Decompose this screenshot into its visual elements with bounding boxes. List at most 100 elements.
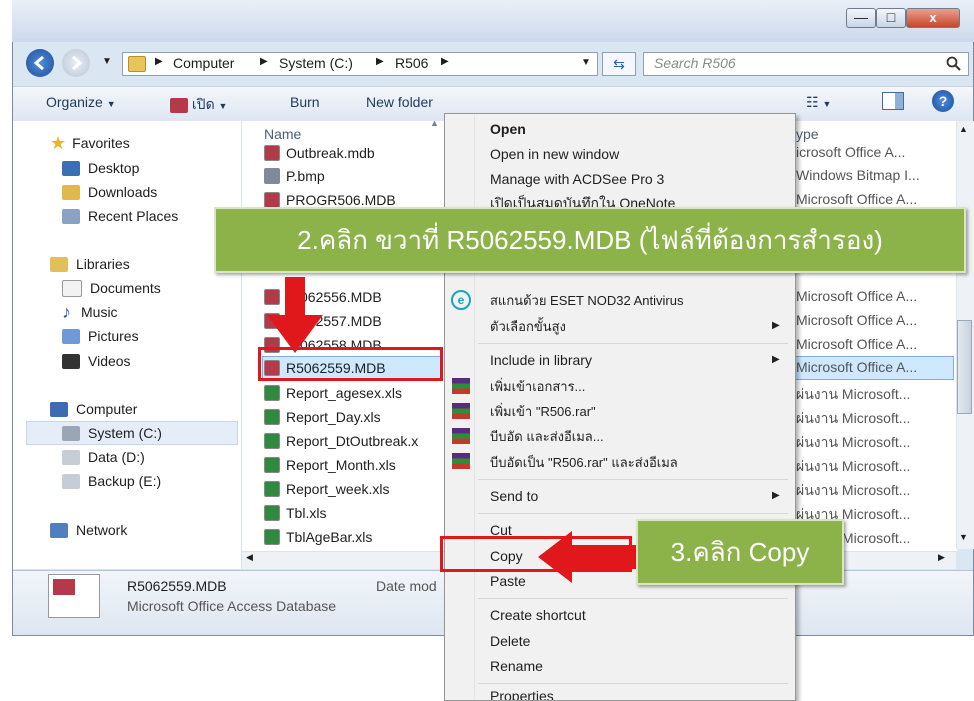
excel-file-icon xyxy=(264,529,280,545)
file-row[interactable]: Tbl.xls xyxy=(264,502,326,524)
minimize-button[interactable]: — xyxy=(846,8,876,28)
menu-create-shortcut[interactable]: Create shortcut xyxy=(490,604,586,626)
back-arrow-icon xyxy=(33,55,44,71)
forward-button[interactable] xyxy=(62,49,90,77)
file-type: ผ่นงาน Microsoft... xyxy=(796,434,911,450)
breadcrumb-computer[interactable]: Computer xyxy=(173,55,234,71)
menu-include-in-library[interactable]: Include in library xyxy=(490,349,592,371)
refresh-icon: ⇆ xyxy=(613,56,625,72)
nav-computer[interactable]: Computer xyxy=(50,398,137,420)
winrar-icon xyxy=(452,428,470,444)
menu-separator xyxy=(478,598,788,599)
help-icon: ? xyxy=(938,93,948,109)
scroll-left-icon[interactable]: ◀ xyxy=(246,552,253,563)
refresh-button[interactable]: ⇆ xyxy=(602,52,636,76)
winrar-icon xyxy=(452,378,470,394)
context-menu-icon-gutter xyxy=(474,115,475,699)
open-menu[interactable]: เปิด ▼ xyxy=(170,94,227,116)
pictures-icon xyxy=(62,328,80,344)
nav-music[interactable]: ♪ Music xyxy=(62,301,118,323)
nav-recent-places[interactable]: Recent Places xyxy=(62,205,178,227)
menu-add-to-archive[interactable]: เพิ่มเข้าเอกสาร... xyxy=(490,375,585,397)
file-name: Report_Month.xls xyxy=(286,457,396,473)
menu-advanced-options[interactable]: ตัวเลือกขั้นสูง xyxy=(490,315,566,337)
access-icon xyxy=(170,97,188,113)
libraries-icon xyxy=(50,256,68,272)
menu-compress-rar-email[interactable]: บีบอัดเป็น "R506.rar" และส่งอีเมล xyxy=(490,451,678,473)
breadcrumb-system-c[interactable]: System (C:) xyxy=(279,55,353,71)
nav-libraries[interactable]: Libraries xyxy=(50,253,130,275)
new-folder-button[interactable]: New folder xyxy=(366,94,433,110)
submenu-arrow-icon: ▶ xyxy=(772,354,780,365)
scroll-down-icon[interactable]: ▼ xyxy=(959,532,968,542)
address-bar[interactable]: ▶ Computer ▶ System (C:) ▶ R506 ▶ ▼ xyxy=(122,52,598,76)
nav-backup-e[interactable]: Backup (E:) xyxy=(62,470,161,492)
menu-open-new-window[interactable]: Open in new window xyxy=(490,143,619,165)
access-file-icon xyxy=(264,145,280,161)
organize-menu[interactable]: Organize ▼ xyxy=(46,94,116,110)
file-type: Microsoft Office A... xyxy=(796,359,918,375)
search-input[interactable]: Search R506 xyxy=(643,52,969,76)
menu-open[interactable]: Open xyxy=(490,118,526,140)
file-type: Microsoft Office A... xyxy=(796,312,918,328)
menu-rename[interactable]: Rename xyxy=(490,655,543,677)
menu-eset-scan[interactable]: สแกนด้วย ESET NOD32 Antivirus xyxy=(490,289,683,311)
preview-pane-button[interactable] xyxy=(882,92,904,110)
view-options-button[interactable]: ☷ ▼ xyxy=(806,94,831,111)
winrar-icon xyxy=(452,403,470,419)
details-filetype: Microsoft Office Access Database xyxy=(127,598,337,614)
scroll-up-icon[interactable]: ▲ xyxy=(959,124,968,134)
file-row[interactable]: P.bmp xyxy=(264,165,325,187)
menu-separator xyxy=(478,683,788,684)
menu-properties[interactable]: Properties xyxy=(490,688,554,700)
nav-downloads[interactable]: Downloads xyxy=(62,181,157,203)
help-button[interactable]: ? xyxy=(932,90,954,112)
recent-pages-dropdown[interactable]: ▼ xyxy=(102,56,112,67)
nav-desktop[interactable]: Desktop xyxy=(62,157,139,179)
breadcrumb-separator-icon: ▶ xyxy=(155,56,163,67)
burn-button[interactable]: Burn xyxy=(290,94,320,110)
menu-delete[interactable]: Delete xyxy=(490,630,530,652)
menu-compress-email[interactable]: บีบอัด และส่งอีเมล... xyxy=(490,425,604,447)
drive-c-icon xyxy=(62,425,80,441)
sort-indicator-icon: ▲ xyxy=(430,118,439,128)
nav-favorites[interactable]: ★ Favorites xyxy=(50,132,130,154)
file-row[interactable]: TblAgeBar.xls xyxy=(264,526,372,548)
breadcrumb-r506[interactable]: R506 xyxy=(395,55,428,71)
nav-pictures[interactable]: Pictures xyxy=(62,325,139,347)
scroll-right-icon[interactable]: ▶ xyxy=(938,552,945,563)
file-name: Tbl.xls xyxy=(286,505,327,521)
close-button[interactable]: x xyxy=(906,8,960,28)
excel-file-icon xyxy=(264,433,280,449)
file-name: P.bmp xyxy=(286,168,325,184)
nav-system-c[interactable]: System (C:) xyxy=(62,422,162,444)
column-header-name[interactable]: Name xyxy=(264,126,301,142)
menu-acdsee[interactable]: Manage with ACDSee Pro 3 xyxy=(490,168,664,190)
file-row[interactable]: Report_DtOutbreak.x xyxy=(264,430,418,452)
step2-callout: 2.คลิก ขวาที่ R5062559.MDB (ไฟล์ที่ต้องก… xyxy=(214,207,966,273)
address-dropdown-icon[interactable]: ▼ xyxy=(581,57,591,68)
file-row[interactable]: Report_week.xls xyxy=(264,478,390,500)
file-row[interactable]: Report_Day.xls xyxy=(264,406,381,428)
menu-send-to[interactable]: Send to xyxy=(490,485,538,507)
nav-videos[interactable]: Videos xyxy=(62,350,131,372)
step3-callout: 3.คลิก Copy xyxy=(636,519,844,585)
back-button[interactable] xyxy=(26,49,54,77)
eset-icon: e xyxy=(451,290,471,310)
details-file-icon xyxy=(48,574,100,618)
maximize-button[interactable]: □ xyxy=(876,8,906,28)
menu-paste[interactable]: Paste xyxy=(490,570,526,592)
red-down-arrow-icon xyxy=(267,277,323,353)
file-row[interactable]: Report_agesex.xls xyxy=(264,382,402,404)
menu-add-to-rar[interactable]: เพิ่มเข้า "R506.rar" xyxy=(490,400,596,422)
search-icon[interactable] xyxy=(946,56,962,72)
nav-data-d[interactable]: Data (D:) xyxy=(62,446,145,468)
file-row[interactable]: Report_Month.xls xyxy=(264,454,396,476)
file-row[interactable]: Outbreak.mdb xyxy=(264,142,375,164)
scrollbar-thumb[interactable] xyxy=(957,320,972,414)
column-header-type[interactable]: ype xyxy=(796,126,819,142)
nav-network[interactable]: Network xyxy=(50,519,127,541)
nav-documents[interactable]: Documents xyxy=(62,277,161,299)
file-type: ผ่นงาน Microsoft... xyxy=(796,482,911,498)
file-name: Report_Day.xls xyxy=(286,409,381,425)
